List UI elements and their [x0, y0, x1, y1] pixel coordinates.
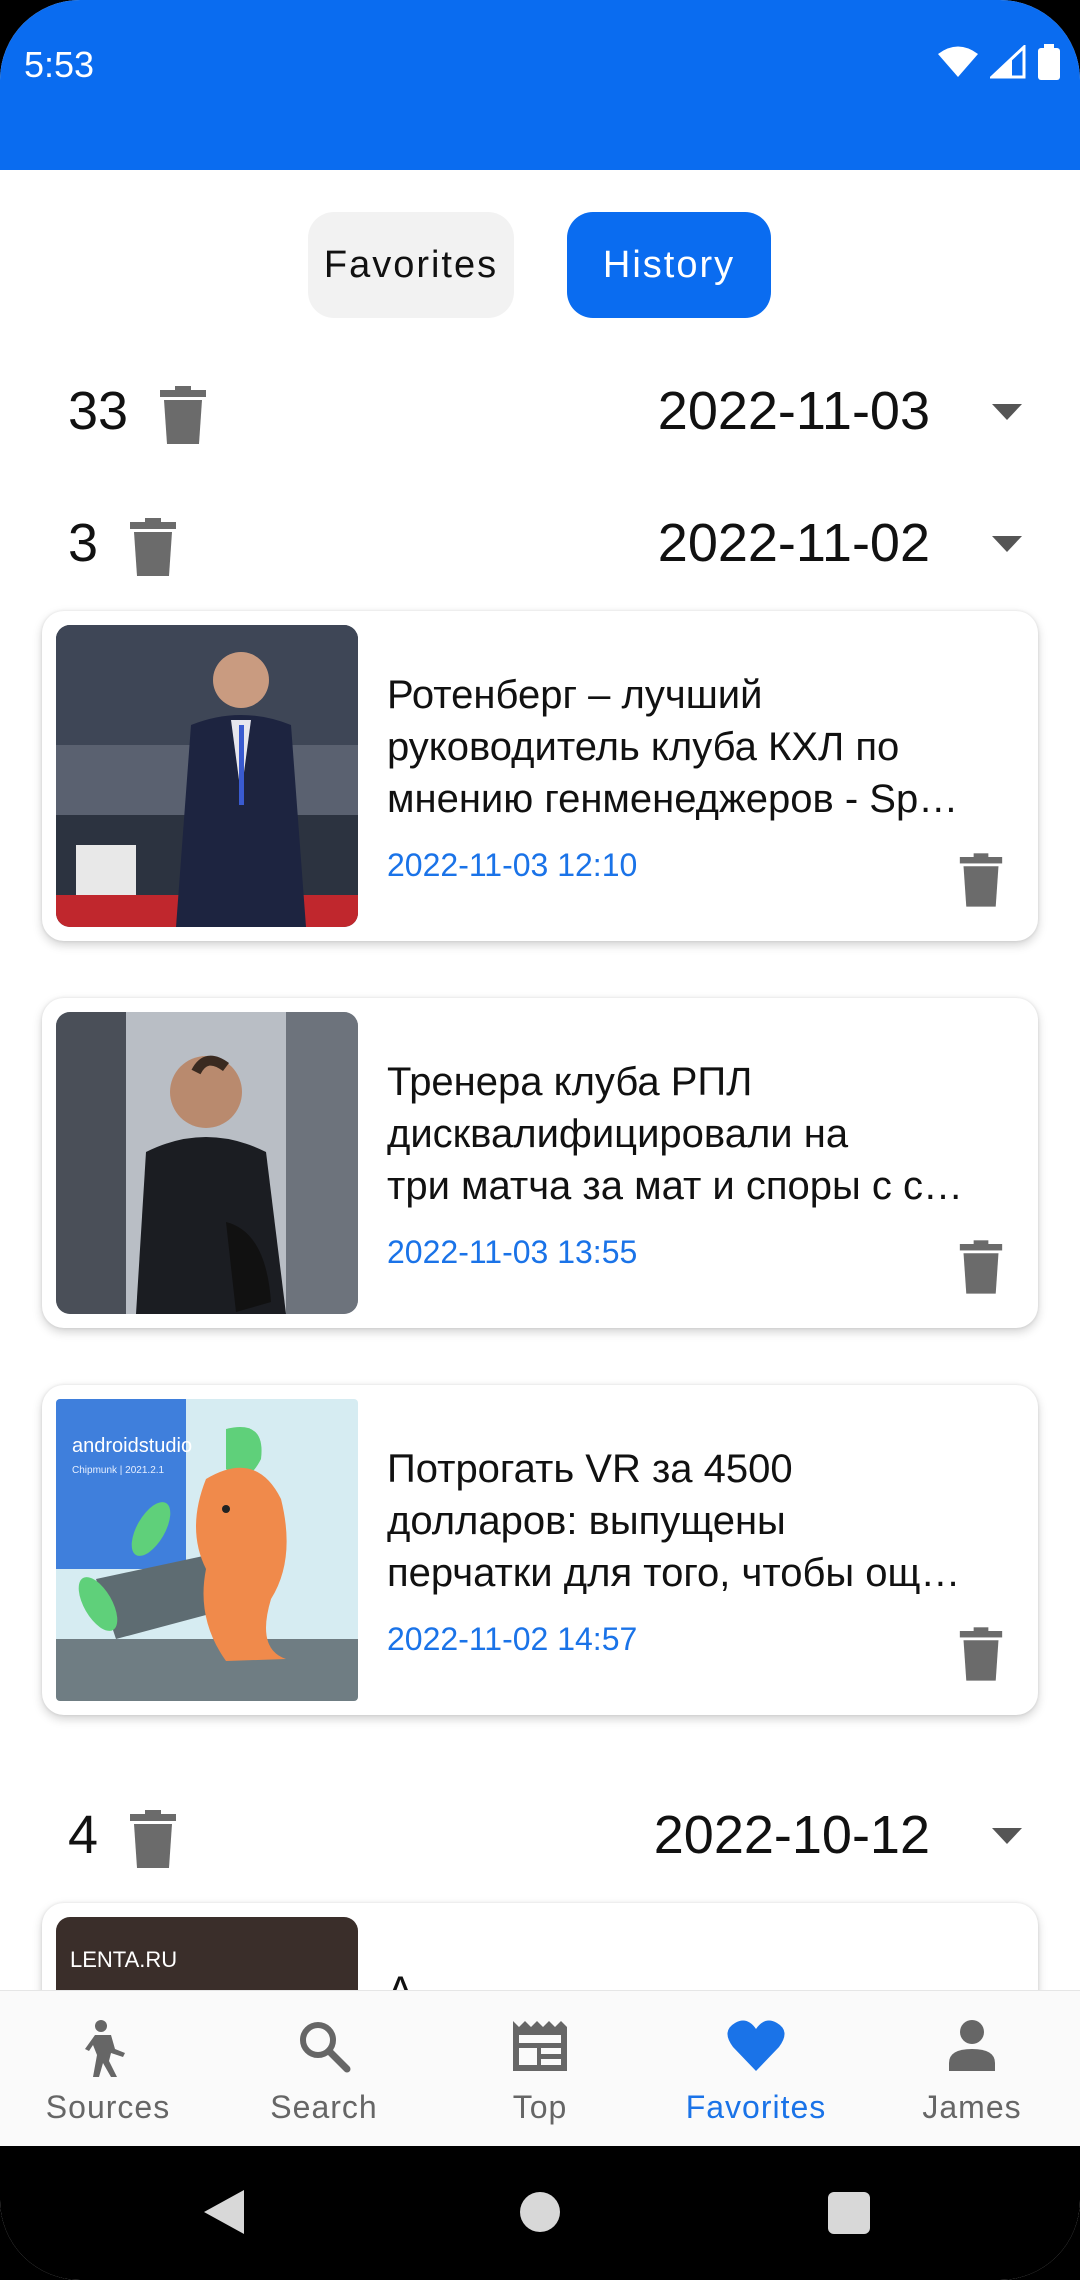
- article-datetime: 2022-11-02 14:57: [387, 1621, 638, 1657]
- nav-label: Top: [512, 2089, 568, 2125]
- delete-article-icon[interactable]: [958, 1625, 1004, 1683]
- caret-down-icon[interactable]: [992, 404, 1022, 420]
- bottom-navigation: Sources Search Top Favorites James: [0, 1990, 1080, 2147]
- article-thumbnail: [56, 1012, 358, 1314]
- recents-icon[interactable]: [828, 2192, 870, 2234]
- status-icons: [938, 44, 1060, 80]
- nav-sources[interactable]: Sources: [0, 1991, 216, 2147]
- article-thumbnail: [56, 625, 358, 927]
- group-date: 2022-10-12: [653, 1805, 930, 1865]
- nav-top[interactable]: Top: [432, 1991, 648, 2147]
- tab-favorites[interactable]: Favorites: [308, 212, 514, 318]
- signal-icon: [990, 45, 1026, 79]
- nav-label: Favorites: [685, 2089, 827, 2125]
- group-count: 4: [68, 1805, 99, 1865]
- group-count: 3: [68, 513, 99, 573]
- date-group-header[interactable]: 3 2022-11-02: [0, 502, 1080, 592]
- nav-label: Sources: [45, 2089, 171, 2125]
- person-walking-icon: [85, 2020, 125, 2077]
- search-icon: [300, 2022, 351, 2073]
- delete-group-icon[interactable]: [128, 1810, 178, 1868]
- view-tabs: Favorites History: [0, 212, 1080, 318]
- article-card[interactable]: androidstudio Chipmunk | 2021.2.1 Потрог…: [42, 1385, 1038, 1715]
- group-date: 2022-11-02: [657, 513, 930, 573]
- system-navigation-bar: [0, 2146, 1080, 2280]
- date-group-header[interactable]: 4 2022-10-12: [0, 1794, 1080, 1884]
- android-studio-subtitle-text: Chipmunk | 2021.2.1: [72, 1465, 165, 1476]
- status-bar: 5:53: [0, 0, 1080, 170]
- nav-search[interactable]: Search: [216, 1991, 432, 2147]
- group-count: 33: [68, 381, 129, 441]
- person-icon: [949, 2020, 995, 2071]
- home-icon[interactable]: [520, 2192, 560, 2232]
- article-datetime: 2022-11-03 13:55: [387, 1234, 638, 1270]
- nav-profile[interactable]: James: [864, 1991, 1080, 2147]
- wifi-icon: [938, 46, 978, 77]
- nav-label: James: [922, 2089, 1022, 2125]
- caret-down-icon[interactable]: [992, 1828, 1022, 1844]
- article-thumbnail: androidstudio Chipmunk | 2021.2.1: [56, 1399, 358, 1701]
- nav-favorites[interactable]: Favorites: [648, 1991, 864, 2147]
- article-card[interactable]: Тренера клуба РПЛ дисквалифицировали на …: [42, 998, 1038, 1328]
- newspaper-icon: [513, 2021, 567, 2071]
- back-icon[interactable]: [204, 2190, 244, 2234]
- delete-group-icon[interactable]: [128, 518, 178, 576]
- article-title: Потрогать VR за 4500 долларов: выпущены …: [387, 1447, 961, 1595]
- article-card[interactable]: Ротенберг – лучший руководитель клуба КХ…: [42, 611, 1038, 941]
- article-title: Тренера клуба РПЛ дисквалифицировали на …: [387, 1060, 963, 1208]
- nav-label: Search: [270, 2089, 378, 2125]
- group-date: 2022-11-03: [657, 381, 930, 441]
- heart-icon: [727, 2020, 785, 2071]
- date-group-header[interactable]: 33 2022-11-03: [0, 370, 1080, 460]
- delete-article-icon[interactable]: [958, 1238, 1004, 1296]
- android-studio-brand-text: androidstudio: [72, 1435, 193, 1457]
- battery-icon: [1038, 44, 1060, 80]
- delete-group-icon[interactable]: [158, 386, 208, 444]
- tab-history[interactable]: History: [567, 212, 771, 318]
- article-title: Ротенберг – лучший руководитель клуба КХ…: [387, 673, 959, 821]
- lenta-logo-text: LENTA.RU: [70, 1947, 178, 1972]
- delete-article-icon[interactable]: [958, 851, 1004, 909]
- app-screen: 5:53 Favorites History 33 2022-11-03 3 2…: [0, 0, 1080, 2280]
- status-time: 5:53: [24, 44, 95, 85]
- article-datetime: 2022-11-03 12:10: [387, 847, 638, 883]
- caret-down-icon[interactable]: [992, 536, 1022, 552]
